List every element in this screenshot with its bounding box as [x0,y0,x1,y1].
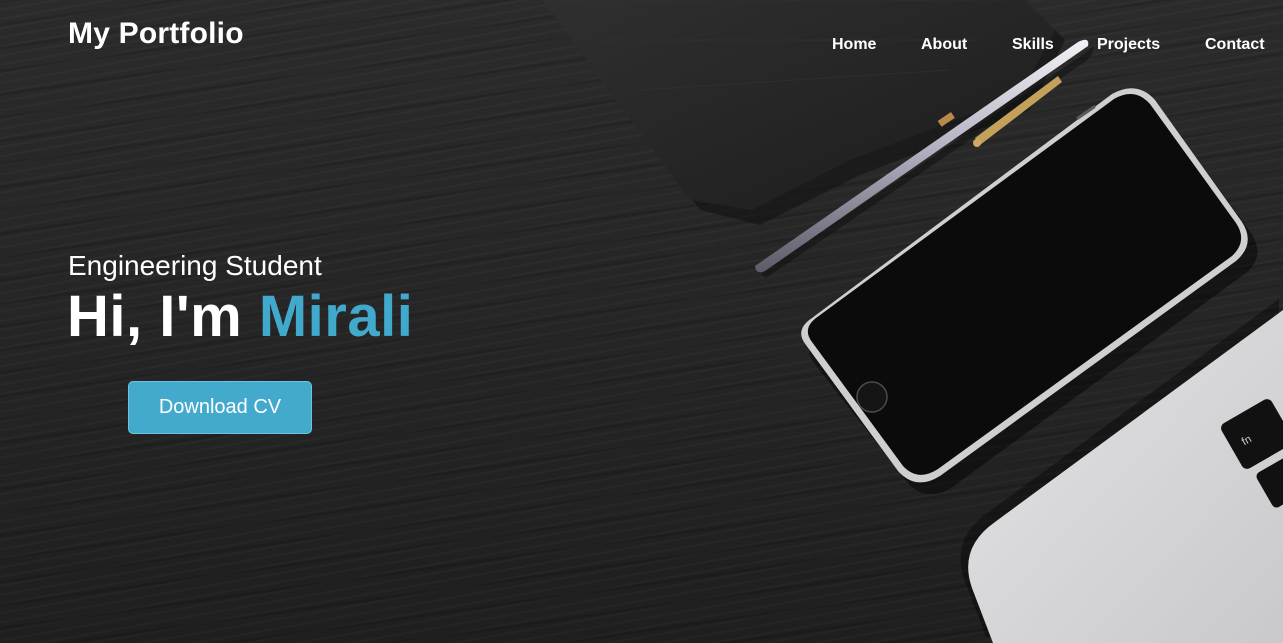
nav-item-contact[interactable]: Contact [1205,36,1265,54]
hero-subtitle: Engineering Student [68,250,322,281]
download-cv-button[interactable]: Download CV [128,381,312,434]
hero-background: fn My Portfolio Home About Skills Projec… [0,0,1283,643]
nav-item-projects[interactable]: Projects [1097,36,1160,54]
hero-headline: Hi, I'm Mirali [67,283,413,350]
main-nav: Home About Skills Projects Contact [0,36,1283,56]
nav-item-home[interactable]: Home [832,36,876,54]
nav-item-skills[interactable]: Skills [1012,36,1054,54]
hero-name: Mirali [258,284,414,349]
hero-greeting: Hi, I'm [67,284,259,349]
nav-item-about[interactable]: About [921,36,967,54]
